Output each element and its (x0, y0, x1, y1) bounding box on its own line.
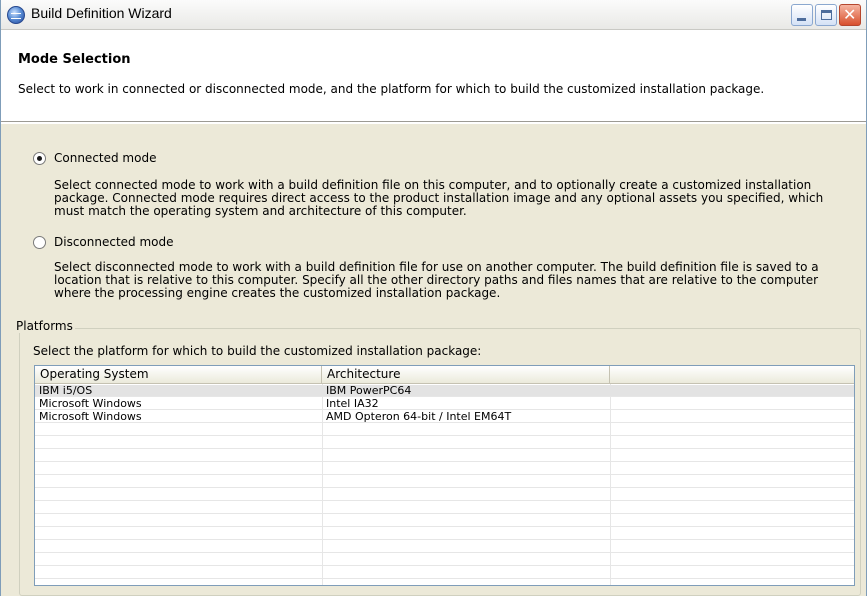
empty-table-row[interactable] (35, 502, 854, 514)
wizard-globe-icon (7, 6, 25, 24)
disconnected-mode-radio[interactable]: Disconnected mode (33, 234, 174, 250)
empty-table-row[interactable] (35, 567, 854, 579)
connected-mode-radio-button[interactable] (33, 151, 46, 165)
disconnected-mode-label[interactable]: Disconnected mode (54, 235, 174, 249)
platforms-group-label: Platforms (14, 319, 75, 333)
maximize-button[interactable] (815, 4, 837, 26)
empty-table-row[interactable] (35, 463, 854, 475)
os-cell: IBM i5/OS (39, 384, 93, 397)
maximize-icon (821, 10, 832, 20)
os-cell: Microsoft Windows (39, 397, 142, 410)
column-header-operating-system[interactable]: Operating System (35, 366, 322, 384)
empty-table-row[interactable] (35, 450, 854, 462)
empty-table-row[interactable] (35, 476, 854, 488)
platforms-description: Select the platform for which to build t… (33, 344, 482, 358)
architecture-cell: Intel IA32 (326, 397, 379, 410)
page-description: Select to work in connected or disconnec… (18, 82, 765, 96)
empty-table-row[interactable] (35, 424, 854, 436)
architecture-cell: IBM PowerPC64 (326, 384, 412, 397)
title-bar[interactable]: Build Definition Wizard ✕ (1, 0, 866, 30)
disconnected-mode-radio-button[interactable] (33, 235, 46, 249)
empty-table-row[interactable] (35, 489, 854, 501)
empty-table-row[interactable] (35, 437, 854, 449)
table-header: Operating System Architecture (35, 366, 854, 384)
connected-mode-label[interactable]: Connected mode (54, 151, 156, 165)
table-row[interactable]: Microsoft Windows Intel IA32 (35, 398, 854, 410)
table-row[interactable]: Microsoft Windows AMD Opteron 64-bit / I… (35, 411, 854, 423)
os-cell: Microsoft Windows (39, 410, 142, 423)
wizard-window: Build Definition Wizard ✕ Mode Selection… (0, 0, 867, 596)
window-title: Build Definition Wizard (31, 5, 172, 21)
page-title: Mode Selection (18, 52, 131, 67)
column-header-empty[interactable] (610, 366, 854, 384)
table-row[interactable]: IBM i5/OS IBM PowerPC64 (35, 385, 854, 397)
connected-mode-radio[interactable]: Connected mode (33, 150, 156, 166)
architecture-cell: AMD Opteron 64-bit / Intel EM64T (326, 410, 512, 423)
minimize-button[interactable] (791, 4, 813, 26)
empty-table-row[interactable] (35, 541, 854, 553)
wizard-banner: Mode Selection Select to work in connect… (1, 31, 866, 122)
disconnected-mode-description: Select disconnected mode to work with a … (54, 260, 819, 300)
empty-table-row[interactable] (35, 515, 854, 527)
close-icon: ✕ (843, 5, 857, 24)
minimize-icon (797, 18, 806, 21)
close-button[interactable]: ✕ (839, 4, 861, 26)
connected-mode-description: Select connected mode to work with a bui… (54, 178, 824, 218)
wizard-content: Connected mode Select connected mode to … (1, 123, 866, 596)
empty-table-row[interactable] (35, 554, 854, 566)
empty-table-row[interactable] (35, 528, 854, 540)
column-header-architecture[interactable]: Architecture (322, 366, 610, 384)
platforms-table[interactable]: Operating System Architecture IBM i5/OS … (34, 365, 855, 586)
